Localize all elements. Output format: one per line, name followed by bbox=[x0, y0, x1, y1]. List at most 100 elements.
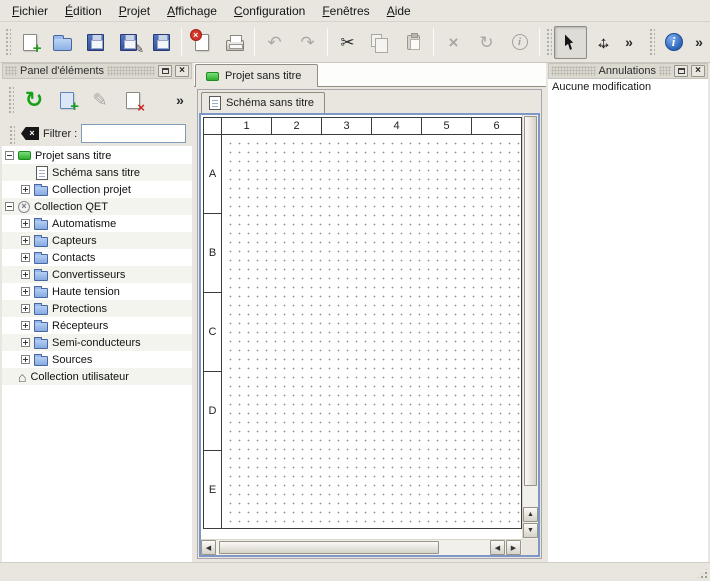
panel-toolbar-overflow-button[interactable]: » bbox=[171, 85, 189, 115]
undo-history-list[interactable]: Aucune modification bbox=[548, 79, 708, 562]
close-panel-button[interactable]: × bbox=[175, 65, 189, 77]
edit-element-button[interactable]: ✎ bbox=[85, 85, 115, 115]
print-button[interactable] bbox=[218, 26, 251, 59]
home-icon: ⌂ bbox=[18, 370, 26, 384]
float-panel-button[interactable] bbox=[674, 65, 688, 77]
grid-dots[interactable] bbox=[223, 136, 521, 528]
select-tool-button[interactable] bbox=[554, 26, 587, 59]
dock-grip bbox=[107, 66, 155, 76]
close-file-button[interactable]: × bbox=[185, 26, 218, 59]
scroll-left-button[interactable]: ◀ bbox=[201, 540, 216, 555]
copy-button[interactable] bbox=[364, 26, 397, 59]
toolbar-overflow-button[interactable]: » bbox=[620, 26, 638, 59]
undo-panel-titlebar[interactable]: Annulations × bbox=[548, 63, 708, 79]
toolbar-overflow-right-button[interactable]: » bbox=[690, 26, 708, 59]
save-as-button[interactable]: ✎ bbox=[112, 26, 145, 59]
expand-icon[interactable] bbox=[21, 304, 30, 313]
tree-item-recepteurs[interactable]: Récepteurs bbox=[2, 317, 192, 334]
about-button[interactable]: i bbox=[657, 26, 690, 59]
float-panel-button[interactable] bbox=[158, 65, 172, 77]
new-project-button[interactable]: + bbox=[13, 26, 46, 59]
menu-fenetres[interactable]: Fenêtres bbox=[314, 2, 377, 20]
folder-icon bbox=[34, 271, 48, 281]
scrollbar-thumb[interactable] bbox=[219, 541, 439, 554]
clear-filter-button[interactable]: × bbox=[21, 127, 39, 140]
tree-item-capteurs[interactable]: Capteurs bbox=[2, 232, 192, 249]
schema-tab[interactable]: Schéma sans titre bbox=[201, 92, 325, 113]
menu-configuration[interactable]: Configuration bbox=[226, 2, 313, 20]
schema-sheet: 1 2 3 4 5 6 A B C D bbox=[203, 117, 522, 529]
tree-item-haute-tension[interactable]: Haute tension bbox=[2, 283, 192, 300]
ruler-corner bbox=[204, 118, 222, 135]
tree-item-contacts[interactable]: Contacts bbox=[2, 249, 192, 266]
menu-fichier[interactable]: Fichier bbox=[4, 2, 56, 20]
tree-item-convertisseurs[interactable]: Convertisseurs bbox=[2, 266, 192, 283]
expand-icon[interactable] bbox=[21, 338, 30, 347]
pan-tool-button[interactable]: ↔ ↕ bbox=[587, 26, 620, 59]
vertical-scrollbar[interactable]: ▲ ▼ bbox=[522, 115, 538, 539]
tree-item-collection-qet[interactable]: × Collection QET bbox=[2, 198, 192, 215]
menu-aide[interactable]: Aide bbox=[379, 2, 419, 20]
rotate-button[interactable]: ↻ bbox=[470, 26, 503, 59]
undo-list-item[interactable]: Aucune modification bbox=[548, 79, 708, 95]
menu-projet[interactable]: Projet bbox=[111, 2, 158, 20]
menu-edition[interactable]: Édition bbox=[57, 2, 110, 20]
horizontal-scrollbar[interactable]: ◀ ◀ ▶ bbox=[201, 539, 522, 555]
delete-element-button[interactable]: × bbox=[118, 85, 148, 115]
scrollbar-track[interactable] bbox=[217, 540, 490, 555]
menu-affichage[interactable]: Affichage bbox=[159, 2, 225, 20]
expand-icon[interactable] bbox=[21, 287, 30, 296]
properties-button[interactable]: i bbox=[503, 26, 536, 59]
expand-icon[interactable] bbox=[21, 355, 30, 364]
elements-panel-titlebar[interactable]: Panel d'éléments × bbox=[2, 63, 192, 79]
collapse-icon[interactable] bbox=[5, 151, 14, 160]
delete-element-icon: × bbox=[126, 92, 140, 109]
tree-item-schema[interactable]: Schéma sans titre bbox=[2, 164, 192, 181]
scrollbar-track[interactable] bbox=[523, 115, 538, 507]
scroll-left-button[interactable]: ◀ bbox=[490, 540, 505, 555]
close-panel-button[interactable]: × bbox=[691, 65, 705, 77]
tree-item-project[interactable]: Projet sans titre bbox=[2, 147, 192, 164]
tree-item-semi-conducteurs[interactable]: Semi-conducteurs bbox=[2, 334, 192, 351]
open-button[interactable] bbox=[46, 26, 79, 59]
tree-item-collection-projet[interactable]: Collection projet bbox=[2, 181, 192, 198]
reload-collections-button[interactable]: ↻ bbox=[19, 85, 49, 115]
expand-icon[interactable] bbox=[21, 253, 30, 262]
toolbar-handle[interactable] bbox=[7, 85, 14, 115]
expand-icon[interactable] bbox=[21, 270, 30, 279]
tree-item-protections[interactable]: Protections bbox=[2, 300, 192, 317]
tree-item-sources[interactable]: Sources bbox=[2, 351, 192, 368]
save-all-button[interactable] bbox=[145, 26, 178, 59]
toolbar-handle[interactable] bbox=[8, 124, 15, 144]
scroll-up-button[interactable]: ▲ bbox=[523, 507, 538, 522]
resize-grip[interactable] bbox=[696, 567, 709, 580]
schema-view[interactable]: 1 2 3 4 5 6 A B C D bbox=[199, 113, 540, 557]
cut-button[interactable]: ✂ bbox=[331, 26, 364, 59]
expand-icon[interactable] bbox=[21, 219, 30, 228]
scroll-down-button[interactable]: ▼ bbox=[523, 523, 538, 538]
redo-button[interactable]: ↷ bbox=[291, 26, 324, 59]
filter-input[interactable] bbox=[81, 124, 186, 143]
undo-button[interactable]: ↶ bbox=[258, 26, 291, 59]
plus-badge-icon: + bbox=[33, 41, 42, 56]
delete-button[interactable]: × bbox=[437, 26, 470, 59]
edit-element-icon: ✎ bbox=[92, 91, 107, 109]
tree-item-automatisme[interactable]: Automatisme bbox=[2, 215, 192, 232]
schema-canvas[interactable]: 1 2 3 4 5 6 A B C D bbox=[201, 115, 522, 539]
save-button[interactable] bbox=[79, 26, 112, 59]
toolbar-handle[interactable] bbox=[648, 27, 655, 57]
scrollbar-thumb[interactable] bbox=[524, 116, 537, 486]
tree-item-collection-utilisateur[interactable]: ⌂ Collection utilisateur bbox=[2, 368, 192, 385]
new-element-button[interactable]: + bbox=[52, 85, 82, 115]
expand-icon[interactable] bbox=[21, 321, 30, 330]
project-tab[interactable]: Projet sans titre bbox=[195, 64, 318, 87]
scroll-right-button[interactable]: ▶ bbox=[506, 540, 521, 555]
column-header: 2 bbox=[272, 118, 322, 134]
collapse-icon[interactable] bbox=[5, 202, 14, 211]
toolbar-handle[interactable] bbox=[4, 27, 11, 57]
toolbar-handle[interactable] bbox=[545, 27, 552, 57]
expand-icon[interactable] bbox=[21, 236, 30, 245]
tree-item-label: Collection QET bbox=[34, 201, 108, 213]
expand-icon[interactable] bbox=[21, 185, 30, 194]
paste-button[interactable] bbox=[397, 26, 430, 59]
